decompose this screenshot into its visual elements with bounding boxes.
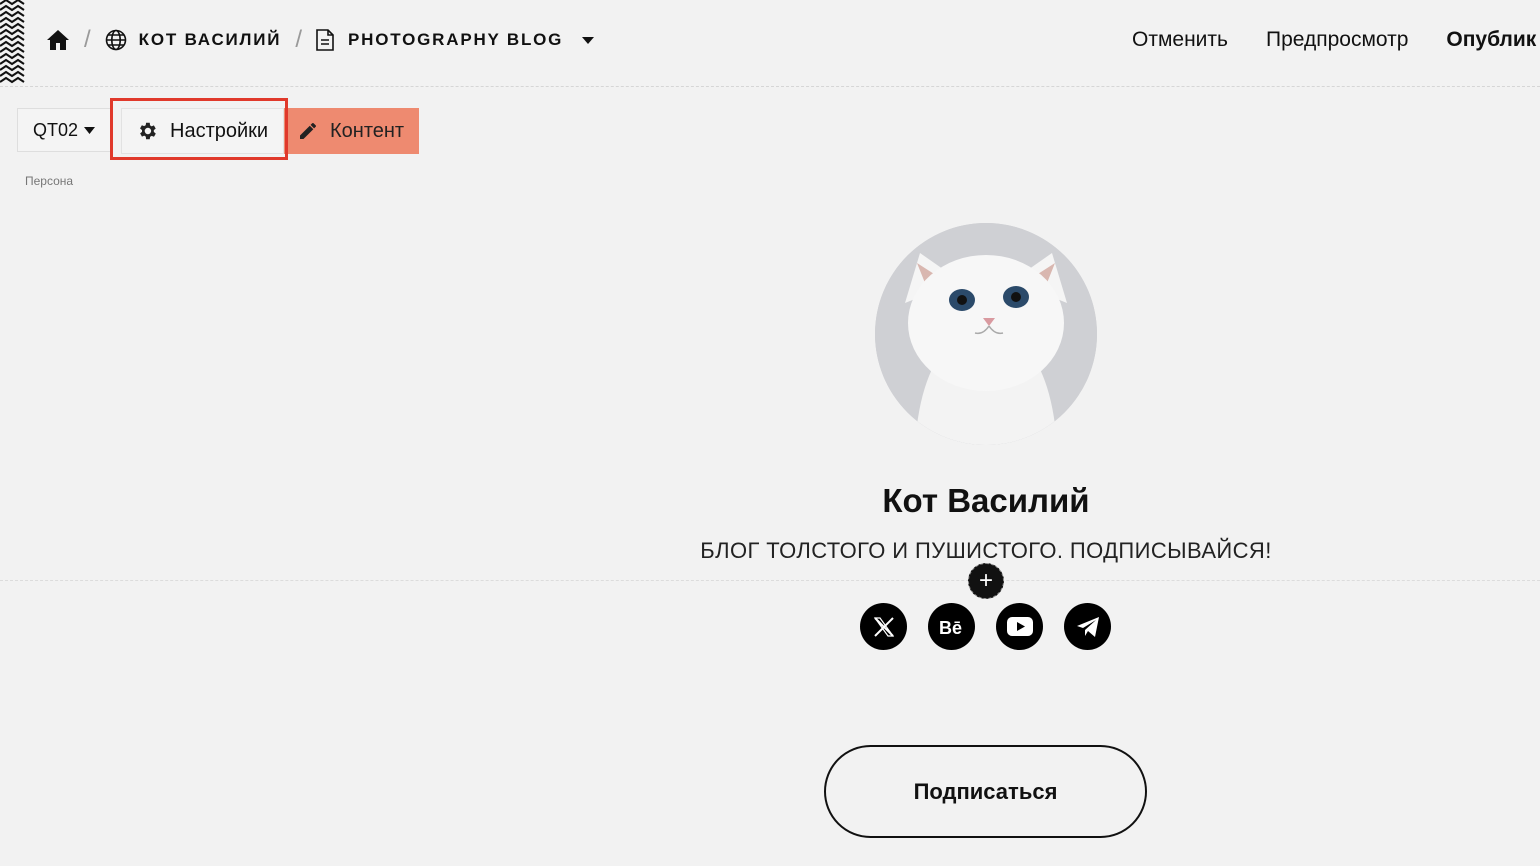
svg-text:Bē: Bē: [939, 618, 962, 637]
caret-down-icon: [84, 126, 96, 134]
subscribe-button[interactable]: Подписаться: [824, 745, 1147, 838]
breadcrumb-site-name[interactable]: КОТ ВАСИЛИЙ: [139, 30, 282, 50]
breadcrumb-page-name[interactable]: PHOTOGRAPHY BLOG: [348, 30, 563, 50]
block-type-label: Персона: [25, 174, 74, 188]
breadcrumb-separator: /: [295, 26, 302, 53]
chevron-down-icon[interactable]: [581, 36, 595, 45]
preview-button[interactable]: Предпросмотр: [1266, 28, 1408, 52]
profile-tagline: БЛОГ ТОЛСТОГО И ПУШИСТОГО. ПОДПИСЫВАЙСЯ!: [700, 538, 1272, 563]
breadcrumb: / КОТ ВАСИЛИЙ / PHOTOGRAPHY BLOG: [46, 26, 595, 54]
header-actions: Отменить Предпросмотр Опублик: [1132, 26, 1536, 54]
profile-name: Кот Василий: [882, 482, 1090, 519]
globe-icon: [105, 29, 127, 51]
breadcrumb-separator: /: [84, 26, 91, 53]
behance-icon[interactable]: Bē: [928, 603, 975, 650]
top-bar: / КОТ ВАСИЛИЙ / PHOTOGRAPHY BLOG Отменит…: [0, 0, 1540, 87]
pencil-icon: [298, 121, 318, 141]
add-block-button[interactable]: +: [968, 563, 1004, 599]
home-icon[interactable]: [46, 29, 70, 51]
block-code-label: QT02: [32, 119, 79, 140]
block-code-dropdown[interactable]: QT02: [17, 108, 111, 152]
highlight-box: [110, 98, 288, 160]
publish-button[interactable]: Опублик: [1446, 28, 1536, 52]
avatar[interactable]: [875, 223, 1097, 445]
telegram-icon[interactable]: [1064, 603, 1111, 650]
content-button[interactable]: Контент: [284, 108, 419, 154]
x-icon[interactable]: [860, 603, 907, 650]
document-icon: [316, 29, 334, 51]
block-divider: [0, 580, 1540, 581]
cat-photo: [875, 223, 1097, 445]
cancel-button[interactable]: Отменить: [1132, 28, 1228, 52]
content-label: Контент: [330, 119, 405, 142]
youtube-icon[interactable]: [996, 603, 1043, 650]
social-links: Bē: [860, 603, 1111, 650]
